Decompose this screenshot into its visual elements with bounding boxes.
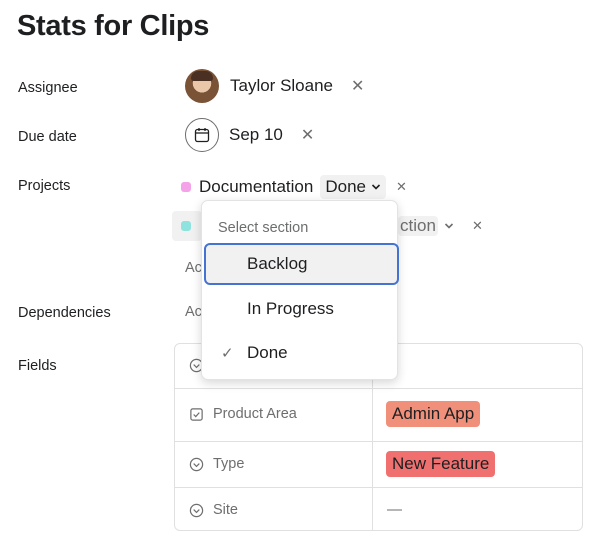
remove-due-date-icon[interactable]: ✕ <box>301 125 314 145</box>
projects-label: Projects <box>18 178 71 194</box>
table-row[interactable]: Product Area Admin App <box>175 388 582 441</box>
circle-chevron-icon <box>189 503 204 517</box>
menu-item-done[interactable]: ✓ Done <box>204 332 397 374</box>
field-name-product-area: Product Area <box>213 406 297 422</box>
calendar-icon[interactable] <box>185 118 219 152</box>
project-color-icon <box>181 221 191 231</box>
menu-header: Select section <box>218 220 309 236</box>
field-name-site: Site <box>213 502 238 518</box>
chevron-down-icon <box>371 184 381 190</box>
fields-label: Fields <box>18 358 57 374</box>
menu-item-backlog[interactable]: Backlog <box>204 243 399 285</box>
section-value[interactable]: ction <box>398 216 438 236</box>
table-row[interactable]: Site — <box>175 487 582 530</box>
select-section-menu: Select section Backlog In Progress ✓ Don… <box>201 200 399 380</box>
field-name: Site <box>189 502 238 518</box>
section-selector[interactable]: Done <box>320 175 386 199</box>
due-date-label: Due date <box>18 129 77 145</box>
menu-item-in-progress[interactable]: In Progress <box>204 288 397 330</box>
section-value: Done <box>325 177 366 196</box>
field-name: Product Area <box>189 406 297 422</box>
add-dependency-link[interactable]: Ac <box>185 304 202 320</box>
check-icon: ✓ <box>221 345 234 362</box>
field-name-type: Type <box>213 456 245 472</box>
circle-chevron-icon <box>189 457 204 471</box>
remove-project-icon[interactable]: ✕ <box>396 179 407 195</box>
page-title[interactable]: Stats for Clips <box>17 10 209 43</box>
field-name: Type <box>189 456 244 472</box>
field-value-empty[interactable]: — <box>387 501 402 518</box>
project-color-icon <box>181 182 191 192</box>
chevron-down-icon[interactable] <box>444 221 454 231</box>
table-row[interactable]: Type New Feature <box>175 441 582 487</box>
remove-assignee-icon[interactable]: ✕ <box>351 76 364 96</box>
field-value-tag[interactable]: Admin App <box>386 401 481 427</box>
remove-project-icon[interactable]: ✕ <box>472 218 483 234</box>
due-date-field[interactable]: Sep 10 ✕ <box>185 118 314 152</box>
checkbox-icon <box>190 407 203 421</box>
avatar <box>185 69 219 103</box>
assignee-field[interactable]: Taylor Sloane ✕ <box>185 69 364 103</box>
dependencies-label: Dependencies <box>18 305 111 321</box>
add-to-project-link[interactable]: Ac <box>185 260 202 276</box>
assignee-label: Assignee <box>18 80 78 96</box>
due-date-value[interactable]: Sep 10 <box>229 125 283 145</box>
project-row-documentation[interactable]: Documentation Done ✕ <box>181 175 407 199</box>
assignee-name[interactable]: Taylor Sloane <box>230 76 333 96</box>
project-name[interactable]: Documentation <box>199 177 313 197</box>
field-value-tag[interactable]: New Feature <box>386 451 496 477</box>
